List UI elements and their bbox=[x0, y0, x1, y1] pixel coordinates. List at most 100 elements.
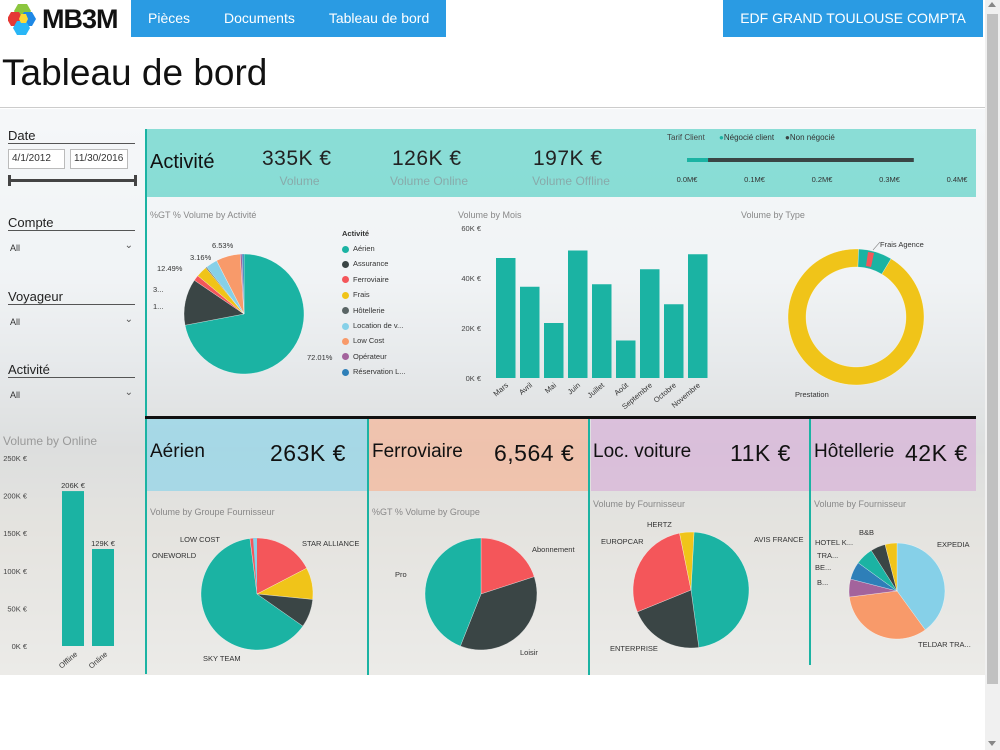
legend-dot-icon bbox=[342, 322, 349, 330]
nav-documents[interactable]: Documents bbox=[207, 0, 312, 37]
kpi-volume-offline: 197K € bbox=[533, 147, 603, 170]
activite-pie-title: %GT % Volume by Activité bbox=[150, 210, 257, 220]
legend-dot-icon bbox=[342, 353, 349, 361]
hotel-label-bb: B&B bbox=[859, 528, 875, 537]
page-scrollbar[interactable] bbox=[985, 0, 1000, 750]
divider bbox=[8, 143, 135, 144]
page-title: Tableau de bord bbox=[2, 52, 268, 93]
tarif-tick-label: 0.0M€ bbox=[677, 175, 699, 184]
ferro-label-abonnement: Abonnement bbox=[532, 545, 575, 554]
legend-negocie: ●Négocié client bbox=[719, 133, 775, 142]
chevron-down-icon: ⌄ bbox=[124, 240, 133, 251]
legend-non-negocie-label: Non négocié bbox=[789, 133, 835, 142]
y-tick-label: 20K € bbox=[461, 324, 481, 333]
legend-item[interactable]: Aérien bbox=[342, 244, 375, 253]
frais-agence-label: Frais Agence bbox=[880, 240, 924, 249]
legend-item[interactable]: Location de v... bbox=[342, 321, 403, 330]
ferroviaire-pie-chart[interactable] bbox=[369, 519, 589, 674]
y-tick-label: 150K € bbox=[3, 529, 28, 538]
volume-mois-chart[interactable]: 0K € 20K € 40K € 60K € Mars Avril Mai Juin Juill… bbox=[450, 221, 720, 421]
bar-juillet bbox=[592, 284, 612, 378]
legend-label: Assurance bbox=[353, 259, 389, 269]
tarif-non-negocie-bar bbox=[708, 158, 914, 162]
chevron-down-icon: ⌄ bbox=[124, 387, 133, 398]
kpi-volume-online: 126K € bbox=[392, 147, 462, 170]
scroll-thumb[interactable] bbox=[987, 14, 998, 684]
aerien-name: Aérien bbox=[150, 441, 205, 462]
legend-item[interactable]: Opérateur bbox=[342, 352, 387, 361]
nav-tableau-de-bord[interactable]: Tableau de bord bbox=[312, 0, 446, 37]
org-button[interactable]: EDF GRAND TOULOUSE COMPTA bbox=[723, 0, 983, 37]
logo[interactable]: MB3M bbox=[8, 2, 126, 36]
activite-label-location: 3.16% bbox=[190, 253, 212, 262]
hotel-label-b: B... bbox=[817, 578, 829, 587]
y-tick-label: 50K € bbox=[7, 604, 27, 613]
hotel-label-hotelk: HOTEL K... bbox=[815, 538, 854, 547]
date-slicer-label: Date bbox=[8, 128, 36, 143]
y-tick-label: 40K € bbox=[461, 274, 481, 283]
logo-text: MB3M bbox=[42, 4, 118, 34]
legend-label: Ferroviaire bbox=[353, 274, 389, 284]
tarif-tick-label: 0.1M€ bbox=[744, 175, 766, 184]
y-tick-label: 200K € bbox=[3, 492, 28, 501]
legend-non-negocie: ●Non négocié bbox=[785, 133, 835, 142]
legend-item[interactable]: Frais bbox=[342, 290, 370, 299]
hotellerie-name: Hôtellerie bbox=[814, 441, 895, 462]
volume-online-chart[interactable]: 0K € 50K € 100K € 150K € 200K € 250K € 206K € O… bbox=[0, 449, 145, 675]
compte-dropdown[interactable]: All ⌄ bbox=[8, 238, 136, 256]
activite-slicer-label: Activité bbox=[8, 362, 50, 377]
aerien-chart-title: Volume by Groupe Fournisseur bbox=[150, 507, 275, 517]
tarif-tick-label: 0.3M€ bbox=[879, 175, 901, 184]
prestation-label: Prestation bbox=[795, 390, 829, 399]
nav-pieces[interactable]: Pièces bbox=[131, 0, 207, 37]
aerien-label-oneworld: ONEWORLD bbox=[152, 551, 197, 560]
x-tick-label: Avril bbox=[517, 380, 534, 396]
legend-item[interactable]: Low Cost bbox=[342, 336, 384, 345]
x-tick-label: Offline bbox=[57, 650, 79, 671]
legend-label: Opérateur bbox=[353, 351, 387, 361]
ferroviaire-chart-title: %GT % Volume by Groupe bbox=[372, 507, 480, 517]
leader-line bbox=[872, 241, 881, 251]
legend-label: Low Cost bbox=[353, 336, 385, 346]
ferro-label-pro: Pro bbox=[395, 570, 407, 579]
legend-item[interactable]: Ferroviaire bbox=[342, 275, 389, 284]
range-handle-start[interactable] bbox=[8, 175, 11, 186]
x-tick-label: Mai bbox=[543, 380, 558, 395]
aerien-label-star: STAR ALLIANCE bbox=[302, 539, 360, 548]
aerien-label-lowcost: LOW COST bbox=[180, 535, 221, 544]
scroll-down-icon[interactable] bbox=[988, 741, 996, 746]
scroll-up-icon[interactable] bbox=[988, 2, 996, 7]
hotel-label-expedia: EXPEDIA bbox=[937, 540, 970, 549]
loc-label-hertz: HERTZ bbox=[647, 520, 672, 529]
data-label: 206K € bbox=[61, 481, 86, 490]
voyageur-dropdown[interactable]: All ⌄ bbox=[8, 312, 136, 330]
date-from-input[interactable]: 4/1/2012 bbox=[8, 149, 65, 169]
data-label: 129K € bbox=[91, 539, 116, 548]
activite-dropdown[interactable]: All ⌄ bbox=[8, 385, 136, 403]
legend-dot-icon bbox=[342, 337, 349, 345]
ferro-label-loisir: Loisir bbox=[520, 648, 538, 657]
legend-item[interactable]: Assurance bbox=[342, 259, 388, 268]
legend-dot-icon bbox=[342, 307, 349, 315]
legend-item[interactable]: Hôtellerie bbox=[342, 306, 385, 315]
tarif-negocie-bar bbox=[687, 158, 709, 162]
chevron-down-icon: ⌄ bbox=[124, 314, 133, 325]
slicer-panel: Date 4/1/2012 11/30/2016 Compte All ⌄ Vo… bbox=[0, 109, 145, 675]
hotellerie-chart-title: Volume by Fournisseur bbox=[814, 499, 907, 509]
voyageur-value: All bbox=[10, 317, 21, 327]
loc-voiture-name: Loc. voiture bbox=[593, 441, 692, 462]
activite-pie-chart[interactable]: 6.53%3.16% 12.49% 3... 1... 72.01% bbox=[150, 224, 340, 404]
tarif-client-chart[interactable]: 0.0M€ 0.1M€ 0.2M€ 0.3M€ 0.4M€ bbox=[660, 154, 980, 194]
ferroviaire-value: 6,564 € bbox=[494, 440, 575, 466]
activite-label-ferroviaire: 1... bbox=[153, 302, 163, 311]
legend-item[interactable]: Réservation L... bbox=[342, 367, 406, 376]
volume-type-donut[interactable] bbox=[780, 234, 940, 404]
legend-label: Réservation L... bbox=[353, 367, 406, 377]
range-handle-end[interactable] bbox=[134, 175, 137, 186]
activite-value: All bbox=[10, 390, 21, 400]
legend-dot-icon bbox=[342, 291, 349, 299]
legend-dot-icon bbox=[342, 245, 349, 253]
activite-label-frais: 3... bbox=[153, 285, 163, 294]
date-to-input[interactable]: 11/30/2016 bbox=[70, 149, 128, 169]
date-range-slider[interactable] bbox=[8, 175, 137, 186]
